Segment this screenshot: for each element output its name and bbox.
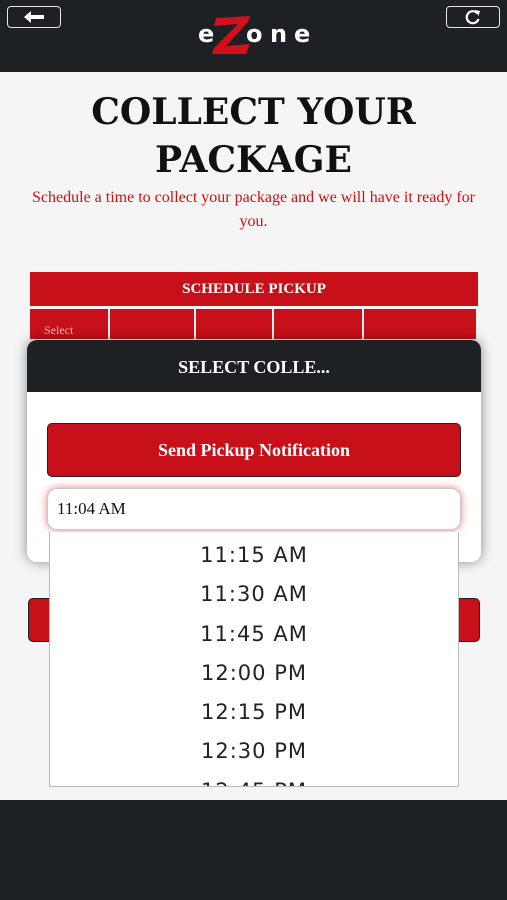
schedule-cell[interactable]: [274, 309, 362, 339]
time-option[interactable]: 12:30 PM: [50, 730, 458, 769]
schedule-cell[interactable]: [196, 309, 272, 339]
ezone-logo: e o n e: [196, 8, 321, 58]
select-collection-modal: SELECT COLLE... Send Pickup Notification…: [27, 340, 481, 562]
time-option[interactable]: 12:15 PM: [50, 691, 458, 730]
page-subtitle: Schedule a time to collect your package …: [32, 189, 475, 230]
time-select-input[interactable]: 11:04 AM: [47, 488, 461, 530]
refresh-icon: [464, 9, 482, 25]
time-option[interactable]: 12:45 PM: [50, 770, 458, 786]
arrow-left-icon: [23, 10, 45, 24]
modal-title: SELECT COLLE...: [27, 340, 481, 392]
time-option[interactable]: 12:00 PM: [50, 652, 458, 691]
schedule-row: Select: [30, 309, 478, 339]
schedule-cell[interactable]: [364, 309, 476, 339]
time-option[interactable]: 11:45 AM: [50, 613, 458, 652]
send-pickup-notification-button[interactable]: Send Pickup Notification: [47, 423, 461, 477]
page-title: COLLECT YOUR PACKAGE: [91, 91, 416, 181]
time-option[interactable]: 11:30 AM: [50, 573, 458, 612]
time-option[interactable]: 11:15 AM: [50, 534, 458, 573]
top-navigation-bar: e o n e: [0, 0, 507, 72]
schedule-cell[interactable]: Select: [30, 309, 108, 339]
refresh-button[interactable]: [446, 6, 500, 28]
bottom-bar: [0, 800, 507, 900]
back-button[interactable]: [7, 6, 61, 28]
schedule-pickup-header: SCHEDULE PICKUP: [30, 272, 478, 306]
schedule-cell-label: Select: [44, 323, 74, 337]
time-options-dropdown[interactable]: 11:15 AM 11:30 AM 11:45 AM 12:00 PM 12:1…: [49, 532, 459, 787]
schedule-cell[interactable]: [110, 309, 194, 339]
